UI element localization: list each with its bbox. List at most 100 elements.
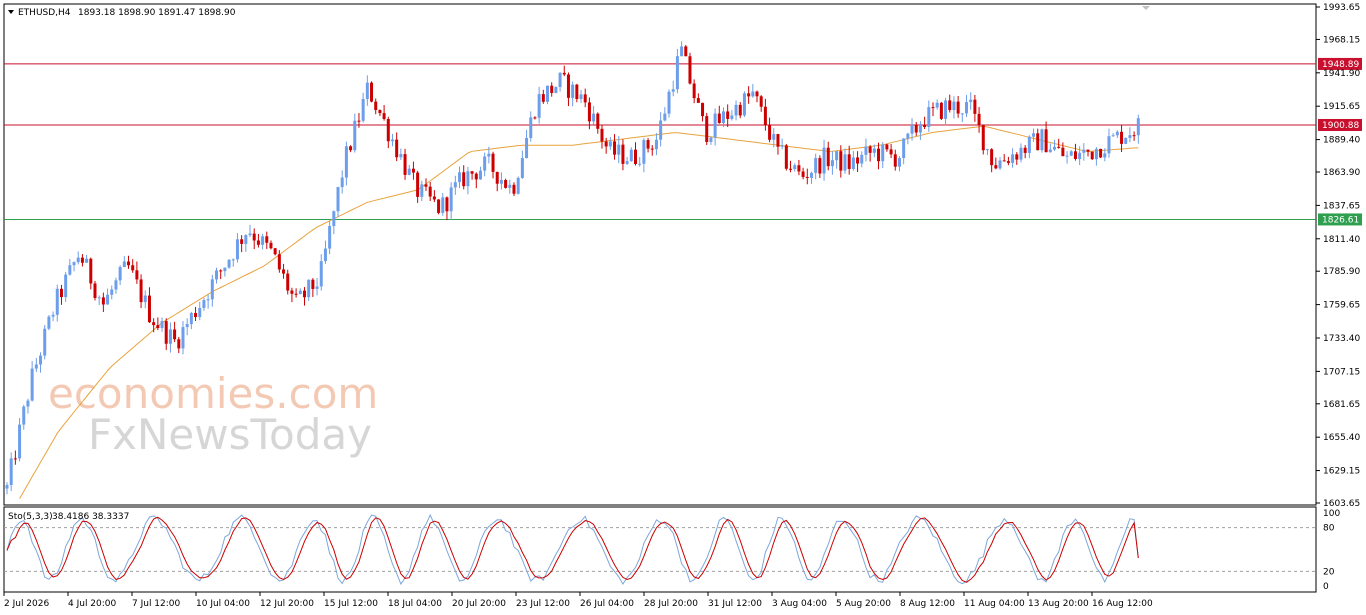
candle-body — [1065, 155, 1069, 157]
candle-body — [122, 261, 126, 268]
candle-body — [135, 270, 139, 280]
candle-body — [587, 102, 591, 122]
stoch-axis-label: 20 — [1323, 567, 1335, 577]
candle-body — [663, 113, 667, 121]
candle-body — [952, 101, 956, 111]
candle-body — [80, 257, 84, 263]
price-chart[interactable]: economies.com FxNewsToday 1948.891900.88… — [0, 0, 1366, 615]
candle-body — [1027, 136, 1031, 153]
time-axis-label: 3 Aug 04:00 — [772, 599, 827, 609]
price-axis-label: 1655.40 — [1323, 433, 1360, 443]
candle-body — [994, 165, 998, 169]
time-axis-label: 20 Jul 20:00 — [452, 599, 506, 609]
time-axis-label: 18 Jul 04:00 — [388, 599, 442, 609]
candle-body — [793, 165, 797, 170]
price-axis-label: 1915.65 — [1323, 102, 1360, 112]
candle-body — [864, 146, 868, 155]
candle-body — [143, 295, 147, 303]
price-axis-label: 1968.15 — [1323, 35, 1360, 45]
candle-body — [1036, 133, 1040, 151]
price-axis-label: 1603.65 — [1323, 499, 1360, 509]
candle-body — [68, 265, 72, 275]
candle-body — [1006, 161, 1010, 163]
candle-body — [483, 156, 487, 171]
candle-body — [416, 172, 420, 197]
candle-body — [969, 99, 973, 103]
candle-body — [152, 322, 156, 326]
candle-body — [386, 118, 390, 142]
candle-body — [784, 145, 788, 169]
candle-body — [604, 141, 608, 147]
candle-body — [826, 147, 830, 167]
candle-body — [177, 339, 181, 349]
candle-body — [474, 173, 478, 180]
candle-body — [985, 149, 989, 151]
stoch-axis-label: 80 — [1323, 524, 1335, 534]
candle-body — [856, 157, 860, 164]
candle-body — [273, 248, 277, 255]
candle-body — [227, 259, 231, 268]
candle-body — [118, 267, 122, 281]
candle-body — [298, 290, 302, 295]
candle-body — [168, 329, 172, 344]
candle-body — [939, 102, 943, 119]
candle-body — [629, 149, 633, 162]
candle-body — [43, 328, 47, 356]
candle-body — [981, 124, 985, 151]
time-axis-label: 11 Aug 04:00 — [964, 599, 1025, 609]
candle-body — [713, 113, 717, 138]
candle-body — [13, 458, 17, 460]
candle-body — [944, 100, 948, 119]
candle-body — [625, 161, 629, 164]
price-axis-label: 1993.65 — [1323, 3, 1360, 13]
candle-body — [747, 93, 751, 97]
candle-body — [382, 113, 386, 119]
candle-body — [822, 147, 826, 174]
candle-body — [843, 154, 847, 171]
candle-body — [520, 158, 524, 178]
time-axis-label: 28 Jul 20:00 — [644, 599, 698, 609]
candle-body — [512, 184, 516, 194]
time-axis-label: 12 Jul 20:00 — [260, 599, 314, 609]
candle-body — [344, 146, 348, 178]
candle-body — [495, 171, 499, 184]
candle-body — [977, 113, 981, 125]
candle-body — [294, 293, 298, 295]
candle-body — [478, 170, 482, 180]
candle-body — [918, 124, 922, 133]
candle-body — [583, 94, 587, 103]
candle-body — [269, 242, 273, 249]
candle-body — [365, 82, 369, 99]
candle-body — [659, 120, 663, 140]
candle-body — [110, 289, 114, 295]
price-axis-label: 1811.40 — [1323, 235, 1360, 245]
candle-body — [466, 171, 470, 187]
candle-body — [1090, 151, 1094, 160]
candle-body — [692, 83, 696, 99]
candle-body — [638, 163, 642, 165]
candle-body — [26, 400, 30, 407]
candle-body — [675, 56, 679, 90]
time-axis-label: 31 Jul 12:00 — [708, 599, 762, 609]
time-axis-label: 5 Aug 20:00 — [836, 599, 891, 609]
candle-body — [805, 176, 809, 178]
time-axis-label: 2 Jul 2026 — [4, 599, 49, 609]
candle-body — [173, 329, 177, 340]
candle-body — [256, 240, 260, 245]
candle-body — [252, 233, 256, 241]
candle-body — [814, 158, 818, 173]
candle-body — [1040, 129, 1044, 151]
candle-body — [340, 177, 344, 188]
candle-body — [311, 279, 315, 289]
candle-body — [525, 137, 529, 159]
candle-body — [181, 327, 185, 349]
candle-body — [529, 117, 533, 138]
candle-body — [390, 139, 394, 142]
candle-body — [902, 138, 906, 159]
candle-body — [680, 46, 684, 57]
candle-body — [428, 186, 432, 197]
candle-body — [219, 270, 223, 272]
candle-body — [395, 139, 399, 158]
candle-body — [160, 321, 164, 329]
candle-body — [613, 141, 617, 155]
